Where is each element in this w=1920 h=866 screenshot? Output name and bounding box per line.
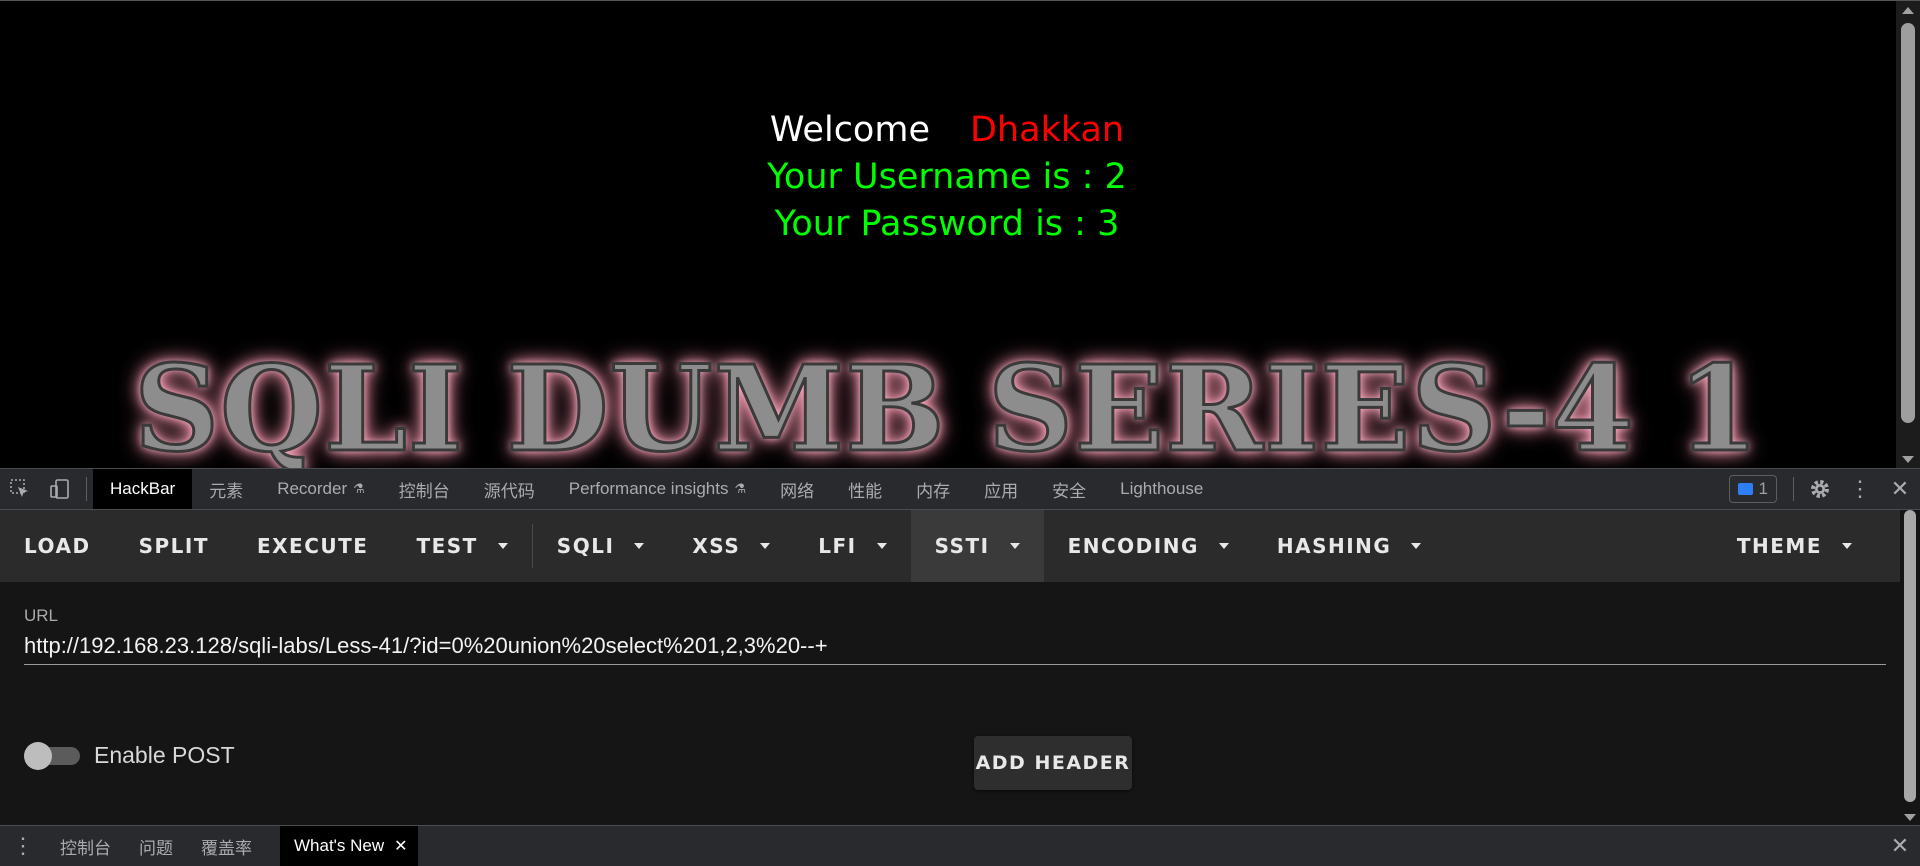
xss-menu-button[interactable]: XSS — [668, 510, 794, 582]
sqli-menu-button[interactable]: SQLI — [533, 510, 669, 582]
drawer-menu-icon[interactable]: ⋮ — [0, 826, 46, 866]
issues-badge[interactable]: 1 — [1728, 475, 1777, 503]
scroll-down-icon[interactable] — [1902, 456, 1914, 463]
tab-performance-insights-label: Performance insights — [568, 479, 729, 498]
tab-sources[interactable]: 源代码 — [467, 469, 552, 509]
caret-down-icon — [1842, 543, 1852, 549]
tab-recorder-label: Recorder — [277, 479, 348, 498]
tab-performance[interactable]: 性能 — [831, 469, 899, 509]
tab-performance-insights[interactable]: Performance insights ⚗ — [552, 469, 763, 509]
drawer-tab-whats-new[interactable]: What's New ✕ — [280, 826, 418, 866]
device-toolbar-icon[interactable] — [40, 469, 80, 509]
username-line: Your Username is : 2 — [767, 157, 1127, 197]
scroll-up-icon[interactable] — [1902, 7, 1914, 14]
drawer-tab-whats-new-label: What's New — [294, 836, 385, 855]
tab-elements[interactable]: 元素 — [192, 469, 260, 509]
flask-icon: ⚗ — [353, 481, 365, 496]
tabbar-divider — [86, 477, 87, 501]
encoding-menu-label: ENCODING — [1067, 534, 1199, 558]
drawer-tab-console[interactable]: 控制台 — [46, 826, 125, 866]
flask-icon: ⚗ — [734, 481, 747, 496]
hackbar-panel: URL Enable POST ADD HEADER — [0, 582, 1900, 825]
theme-menu-label: THEME — [1736, 534, 1822, 558]
lfi-menu-button[interactable]: LFI — [794, 510, 910, 582]
caret-down-icon — [876, 543, 887, 549]
settings-gear-icon[interactable] — [1800, 469, 1840, 509]
xss-menu-label: XSS — [692, 534, 741, 558]
test-menu-button[interactable]: TEST — [392, 510, 531, 582]
page-viewport: Welcome Dhakkan Your Username is : 2 Your… — [0, 0, 1920, 468]
hackbar-scrollbar[interactable] — [1900, 510, 1920, 825]
series-banner: SQLI DUMB SERIES-4 1 — [132, 338, 1761, 469]
inspect-element-icon[interactable] — [0, 469, 40, 509]
drawer-tabbar: ⋮ 控制台 问题 覆盖率 What's New ✕ ✕ — [0, 825, 1920, 866]
tab-security[interactable]: 安全 — [1035, 469, 1103, 509]
enable-post-label: Enable POST — [94, 742, 235, 768]
caret-down-icon — [1218, 543, 1229, 549]
tab-console[interactable]: 控制台 — [382, 469, 467, 509]
ssti-menu-button[interactable]: SSTI — [910, 510, 1044, 582]
ssti-menu-label: SSTI — [934, 534, 990, 558]
close-drawer-icon[interactable]: ✕ — [1880, 833, 1920, 859]
url-label: URL — [24, 606, 59, 625]
sqli-menu-label: SQLI — [556, 534, 615, 558]
tab-lighthouse[interactable]: Lighthouse — [1103, 469, 1220, 509]
tabbar-divider — [1793, 477, 1794, 501]
split-button[interactable]: SPLIT — [115, 510, 233, 582]
encoding-menu-button[interactable]: ENCODING — [1044, 510, 1253, 582]
hashing-menu-button[interactable]: HASHING — [1253, 510, 1445, 582]
scroll-down-icon[interactable] — [1904, 814, 1916, 821]
tabbar-right-controls: 1 ⋮ ✕ — [1728, 469, 1920, 509]
load-button[interactable]: LOAD — [0, 510, 115, 582]
more-options-icon[interactable]: ⋮ — [1840, 469, 1880, 509]
drawer-tab-issues[interactable]: 问题 — [125, 826, 187, 866]
enable-post-toggle[interactable]: Enable POST — [24, 741, 235, 770]
welcome-name: Dhakkan — [969, 110, 1125, 150]
hashing-menu-label: HASHING — [1276, 534, 1392, 558]
welcome-label: Welcome — [769, 110, 930, 150]
caret-down-icon — [1009, 543, 1020, 549]
issues-count: 1 — [1758, 479, 1768, 498]
drawer-tab-coverage[interactable]: 覆盖率 — [187, 826, 266, 866]
caret-down-icon — [760, 543, 771, 549]
add-header-button[interactable]: ADD HEADER — [974, 736, 1132, 790]
tab-network[interactable]: 网络 — [763, 469, 831, 509]
tab-recorder[interactable]: Recorder ⚗ — [260, 469, 382, 509]
post-switch[interactable] — [24, 741, 80, 770]
caret-down-icon — [634, 543, 645, 549]
password-line: Your Password is : 3 — [774, 204, 1120, 244]
test-menu-label: TEST — [416, 534, 478, 558]
tab-memory[interactable]: 内存 — [899, 469, 967, 509]
caret-down-icon — [1411, 543, 1422, 549]
close-devtools-icon[interactable]: ✕ — [1880, 469, 1920, 509]
message-icon — [1737, 483, 1753, 495]
page-scrollbar[interactable] — [1896, 1, 1920, 468]
hackbar-toolbar: LOAD SPLIT EXECUTE TEST SQLI XSS LFI SST… — [0, 510, 1900, 582]
execute-button[interactable]: EXECUTE — [233, 510, 392, 582]
lfi-menu-label: LFI — [818, 534, 857, 558]
switch-knob[interactable] — [24, 741, 52, 770]
url-input[interactable] — [24, 628, 1886, 665]
theme-menu-button[interactable]: THEME — [1713, 510, 1876, 582]
close-tab-icon[interactable]: ✕ — [394, 836, 407, 856]
devtools-tabbar: HackBar 元素 Recorder ⚗ 控制台 源代码 Performance… — [0, 468, 1920, 510]
welcome-line: Welcome Dhakkan — [0, 107, 1894, 153]
page-scroll-thumb[interactable] — [1901, 23, 1915, 423]
tab-hackbar[interactable]: HackBar — [93, 469, 193, 509]
caret-down-icon — [497, 543, 508, 549]
tab-application[interactable]: 应用 — [967, 469, 1035, 509]
hackbar-scroll-thumb[interactable] — [1904, 510, 1916, 802]
